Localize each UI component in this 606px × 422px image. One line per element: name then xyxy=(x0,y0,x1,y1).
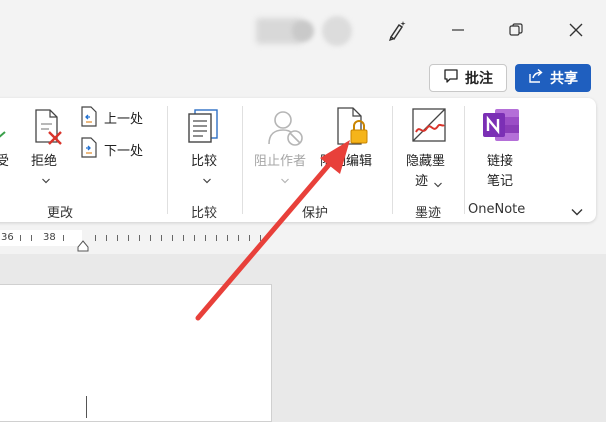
annotation-arrow-icon xyxy=(195,140,350,321)
